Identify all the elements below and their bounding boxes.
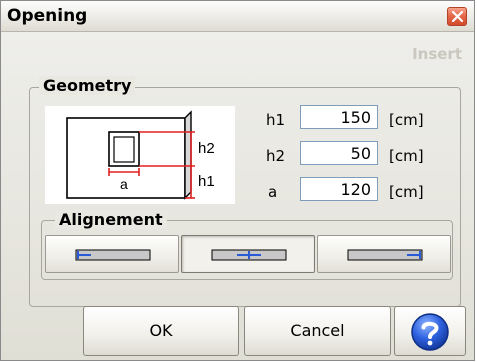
ok-button[interactable]: OK [83,306,239,356]
opening-diagram: h2 h1 a [45,106,235,204]
dialog-title: Opening [7,6,88,26]
diagram-label-h2: h2 [198,140,215,157]
cancel-button[interactable]: Cancel [244,306,391,356]
diagram-label-h1: h1 [198,173,215,190]
h2-unit: [cm] [389,147,424,165]
help-button[interactable] [394,306,466,356]
align-right-button[interactable] [317,235,451,273]
opening-dialog: Opening Insert Geometry h2 h1 a h1 150 [… [0,0,475,361]
align-center-button[interactable] [181,235,315,273]
title-bar[interactable]: Opening [1,1,474,32]
align-center-icon [211,249,287,261]
mode-label: Insert [412,45,462,63]
align-left-icon [75,249,151,261]
a-label: a [268,183,278,201]
close-button[interactable] [447,7,467,26]
h1-label: h1 [266,111,286,129]
geometry-group-label: Geometry [39,76,136,95]
align-left-button[interactable] [45,235,179,273]
help-icon [411,313,449,351]
close-icon [452,11,463,22]
h2-label: h2 [266,147,286,165]
diagram-label-a: a [120,176,128,192]
a-input[interactable]: 120 [300,177,378,201]
h1-input[interactable]: 150 [300,105,378,129]
h2-input[interactable]: 50 [300,141,378,165]
a-unit: [cm] [389,183,424,201]
h1-unit: [cm] [389,111,424,129]
align-right-icon [347,249,423,261]
alignment-group-label: Alignement [55,210,167,229]
opening-diagram-drawing: h2 h1 a [66,110,215,200]
